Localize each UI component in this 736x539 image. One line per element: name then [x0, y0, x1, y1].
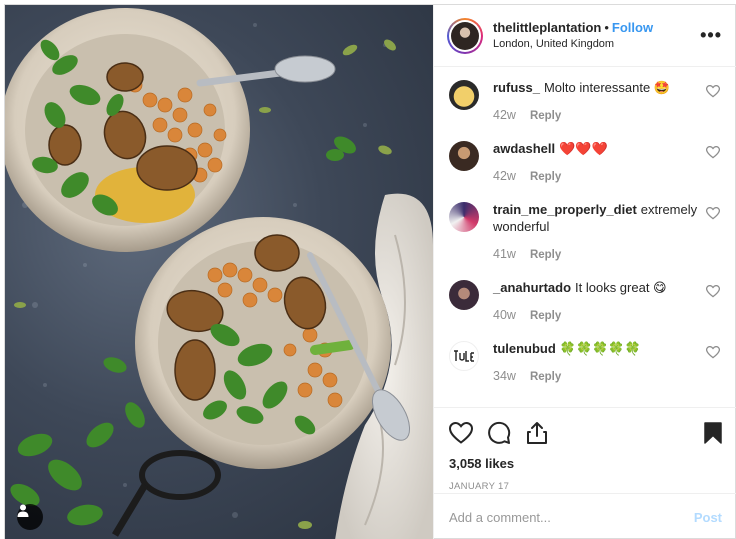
- post-location[interactable]: London, United Kingdom: [493, 36, 698, 52]
- comment-username[interactable]: awdashell: [493, 141, 555, 156]
- commenter-avatar[interactable]: [449, 141, 479, 171]
- comment-like-heart-icon[interactable]: [706, 285, 720, 298]
- author-avatar[interactable]: [447, 17, 483, 54]
- comment-time[interactable]: 42w: [493, 169, 516, 183]
- save-button[interactable]: [704, 422, 722, 444]
- reply-button[interactable]: Reply: [530, 371, 561, 383]
- comment-like-heart-icon[interactable]: [706, 207, 720, 220]
- post-side-panel: thelittleplantation • Follow London, Unite…: [433, 5, 736, 539]
- comment-item: awdashell ❤️❤️❤️ 42w Reply: [449, 140, 720, 183]
- comment-like-heart-icon[interactable]: [706, 146, 720, 159]
- comment-username[interactable]: tulenubud: [493, 341, 556, 356]
- post-date[interactable]: JANUARY 17: [449, 481, 722, 492]
- comment-like-heart-icon[interactable]: [706, 346, 720, 359]
- post-header: thelittleplantation • Follow London, Unite…: [434, 5, 736, 67]
- comment-item: train_me_properly_diet extremely wonderfu…: [449, 201, 720, 261]
- comment-text: It looks great 😋: [575, 280, 667, 295]
- comments-list[interactable]: rufuss_ Molto interessante 🤩 42w Reply awd…: [434, 67, 736, 407]
- post-dialog: thelittleplantation • Follow London, Unite…: [4, 4, 736, 539]
- like-button[interactable]: [449, 422, 473, 444]
- commenter-avatar[interactable]: [449, 341, 479, 371]
- food-photo: [5, 8, 433, 539]
- comment-username[interactable]: train_me_properly_diet: [493, 202, 637, 217]
- more-icon[interactable]: •••: [698, 25, 724, 46]
- comment-item: rufuss_ Molto interessante 🤩 42w Reply: [449, 79, 720, 122]
- comment-time[interactable]: 40w: [493, 308, 516, 322]
- bookmark-icon: [704, 422, 722, 444]
- comment-time[interactable]: 42w: [493, 108, 516, 122]
- comment-item: tulenubud 🍀🍀🍀🍀🍀 34w Reply: [449, 340, 720, 383]
- commenter-avatar[interactable]: [449, 280, 479, 310]
- comment-text: Molto interessante 🤩: [543, 80, 670, 95]
- likes-count[interactable]: 3,058 likes: [449, 456, 722, 471]
- comment-item: _anahurtado It looks great 😋 40w Reply: [449, 279, 720, 322]
- separator-dot: •: [604, 19, 609, 35]
- follow-button[interactable]: Follow: [612, 20, 653, 35]
- add-comment-bar: Post: [434, 493, 736, 539]
- share-button[interactable]: [525, 421, 549, 445]
- post-image[interactable]: [5, 5, 433, 539]
- reply-button[interactable]: Reply: [530, 110, 561, 122]
- comment-icon: [488, 421, 511, 444]
- action-bar: [449, 418, 722, 448]
- comment-text: ❤️❤️❤️: [559, 141, 608, 156]
- user-tag-icon: [17, 504, 29, 517]
- tulen-logo-icon: [454, 350, 474, 362]
- comment-time[interactable]: 34w: [493, 369, 516, 383]
- comment-text: 🍀🍀🍀🍀🍀: [559, 341, 641, 356]
- comment-username[interactable]: rufuss_: [493, 80, 540, 95]
- reply-button[interactable]: Reply: [530, 249, 561, 261]
- comment-input[interactable]: [449, 509, 694, 525]
- commenter-avatar[interactable]: [449, 80, 479, 110]
- reply-button[interactable]: Reply: [530, 310, 561, 322]
- post-comment-button[interactable]: Post: [694, 510, 722, 525]
- post-actions-area: 3,058 likes JANUARY 17: [434, 407, 736, 492]
- heart-icon: [449, 422, 473, 444]
- share-icon: [527, 422, 547, 444]
- author-username[interactable]: thelittleplantation: [493, 20, 601, 35]
- reply-button[interactable]: Reply: [530, 171, 561, 183]
- comment-button[interactable]: [487, 421, 511, 445]
- commenter-avatar[interactable]: [449, 202, 479, 232]
- user-tag-button[interactable]: [17, 504, 43, 530]
- comment-time[interactable]: 41w: [493, 247, 516, 261]
- comment-like-heart-icon[interactable]: [706, 85, 720, 98]
- comment-username[interactable]: _anahurtado: [493, 280, 571, 295]
